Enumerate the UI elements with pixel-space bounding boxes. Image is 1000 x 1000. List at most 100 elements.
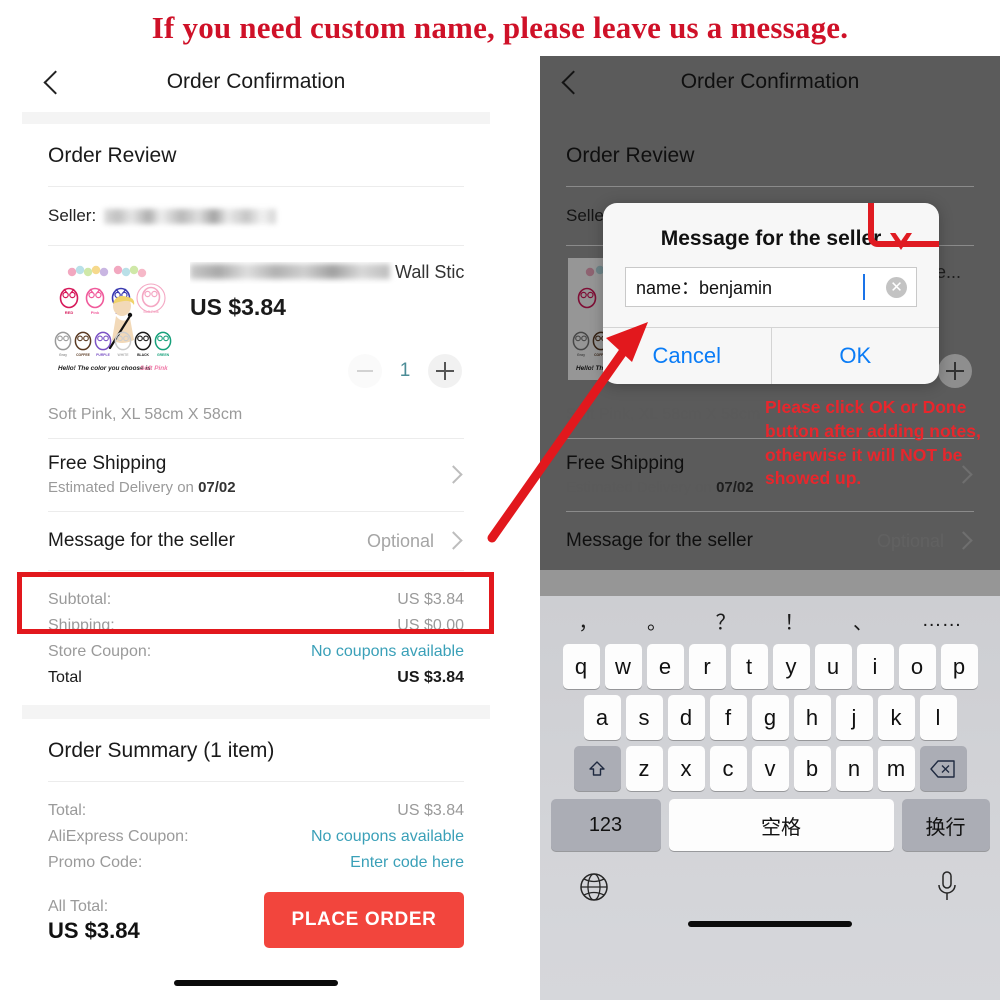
svg-text:GREEN: GREEN [157, 353, 170, 357]
key-o[interactable]: o [898, 644, 936, 689]
key-v[interactable]: v [751, 746, 789, 791]
key-u[interactable]: u [814, 644, 852, 689]
return-key[interactable]: 换行 [901, 799, 990, 851]
punctuation-key[interactable]: ， [578, 606, 598, 635]
svg-text:Soft Pink: Soft Pink [140, 365, 168, 372]
chevron-right-icon [954, 531, 973, 550]
home-indicator [174, 980, 338, 986]
message-for-seller-value: Optional [876, 530, 944, 551]
key-z[interactable]: z [625, 746, 663, 791]
product-row[interactable]: RED Pink Soft Pink Gray COFFEE PURPLE WH… [48, 246, 464, 396]
right-phone-screen: Order Confirmation Order Review Seller G… [540, 56, 1000, 1000]
space-key[interactable]: 空格 [668, 799, 894, 851]
key-k[interactable]: k [877, 695, 915, 740]
totals-list: Subtotal: US $3.84 Shipping: US $0.00 St… [48, 571, 464, 705]
key-t[interactable]: t [730, 644, 768, 689]
product-title: Wall Sticke... [190, 262, 464, 284]
shipping-subtitle: Estimated Delivery on 07/02 [48, 479, 464, 496]
key-w[interactable]: w [604, 644, 642, 689]
key-h[interactable]: h [793, 695, 831, 740]
summary-value: US $3.84 [397, 802, 464, 819]
total-row[interactable]: Store Coupon: No coupons available [48, 639, 464, 665]
product-thumbnail[interactable]: RED Pink Soft Pink Gray COFFEE PURPLE WH… [50, 258, 174, 380]
key-x[interactable]: x [667, 746, 705, 791]
minus-icon[interactable] [348, 354, 382, 388]
svg-text:Hello! The color you choose is: Hello! The color you choose is [58, 365, 151, 372]
store-coupon-link[interactable]: No coupons available [311, 643, 464, 661]
clear-circle-icon[interactable]: ✕ [886, 277, 907, 298]
key-m[interactable]: m [877, 746, 915, 791]
delete-glyph [930, 759, 955, 778]
seller-name-redacted [104, 208, 277, 224]
svg-text:COFFEE: COFFEE [76, 353, 90, 357]
svg-text:RED: RED [65, 310, 74, 315]
punctuation-key[interactable]: ？ [716, 606, 736, 635]
product-variant: Soft Pink, XL 58cm X 58cm [48, 406, 243, 423]
section-gap [22, 112, 490, 124]
ios-keyboard: ， 。 ？ ！ 、 …… q w e r t y u i o p a s d f… [540, 596, 1000, 1000]
punctuation-key[interactable]: ！ [784, 606, 804, 635]
globe-language-icon[interactable] [578, 871, 610, 903]
key-d[interactable]: d [667, 695, 705, 740]
key-p[interactable]: p [940, 644, 978, 689]
product-title-redacted [190, 264, 390, 279]
key-a[interactable]: a [583, 695, 621, 740]
svg-text:Gray: Gray [59, 353, 67, 357]
summary-row[interactable]: Promo Code: Enter code here [48, 850, 464, 876]
cancel-button[interactable]: Cancel [603, 328, 771, 384]
summary-row: Total: US $3.84 [48, 798, 464, 824]
promo-code-link[interactable]: Enter code here [350, 854, 464, 872]
key-s[interactable]: s [625, 695, 663, 740]
summary-label: Promo Code: [48, 854, 143, 871]
key-i[interactable]: i [856, 644, 894, 689]
quantity-stepper[interactable]: 1 [348, 354, 462, 388]
punctuation-row: ， 。 ？ ！ 、 …… [540, 596, 1000, 638]
key-c[interactable]: c [709, 746, 747, 791]
key-j[interactable]: j [835, 695, 873, 740]
total-row: Total US $3.84 [48, 665, 464, 691]
microphone-icon[interactable] [934, 869, 960, 905]
total-value: US $3.84 [397, 591, 464, 608]
key-f[interactable]: f [709, 695, 747, 740]
svg-text:PURPLE: PURPLE [96, 353, 110, 357]
punctuation-key[interactable]: 。 [647, 606, 667, 635]
numbers-key[interactable]: 123 [550, 799, 661, 851]
punctuation-key[interactable]: …… [922, 609, 962, 632]
seller-row[interactable]: Seller: [48, 187, 464, 245]
order-review-section: Order Review Seller: RED Pink Soft Pink … [22, 124, 490, 705]
globe-glyph [580, 873, 608, 901]
summary-row[interactable]: AliExpress Coupon: No coupons available [48, 824, 464, 850]
svg-text:Soft Pink: Soft Pink [143, 310, 159, 314]
keyboard-row-4: 123 空格 换行 [540, 799, 1000, 851]
summary-label: AliExpress Coupon: [48, 828, 189, 845]
left-navbar: Order Confirmation [22, 56, 490, 112]
key-n[interactable]: n [835, 746, 873, 791]
total-row: Shipping: US $0.00 [48, 613, 464, 639]
shift-up-arrow-icon[interactable] [573, 746, 621, 791]
shipping-title: Free Shipping [48, 453, 167, 474]
backspace-delete-icon[interactable] [919, 746, 967, 791]
key-q[interactable]: q [562, 644, 600, 689]
keyboard-row-3: z x c v b n m [540, 746, 1000, 791]
section-gap [22, 705, 490, 719]
key-l[interactable]: l [919, 695, 957, 740]
punctuation-key[interactable]: 、 [853, 606, 873, 635]
section-gap [540, 112, 1000, 124]
shift-glyph [589, 760, 605, 776]
ok-button[interactable]: OK [772, 328, 940, 384]
key-b[interactable]: b [793, 746, 831, 791]
message-input[interactable] [625, 267, 917, 307]
message-for-seller-row[interactable]: Message for the seller Optional [48, 512, 464, 570]
promo-banner: If you need custom name, please leave us… [0, 0, 1000, 56]
aliexpress-coupon-link[interactable]: No coupons available [311, 828, 464, 846]
shipping-row[interactable]: Free Shipping Estimated Delivery on 07/0… [48, 439, 464, 511]
key-r[interactable]: r [688, 644, 726, 689]
key-e[interactable]: e [646, 644, 684, 689]
screenshot-root: If you need custom name, please leave us… [0, 0, 1000, 1000]
chevron-right-icon [444, 531, 463, 550]
key-y[interactable]: y [772, 644, 810, 689]
key-g[interactable]: g [751, 695, 789, 740]
mic-glyph [938, 871, 956, 900]
plus-icon[interactable] [428, 354, 462, 388]
place-order-button[interactable]: PLACE ORDER [264, 892, 464, 948]
